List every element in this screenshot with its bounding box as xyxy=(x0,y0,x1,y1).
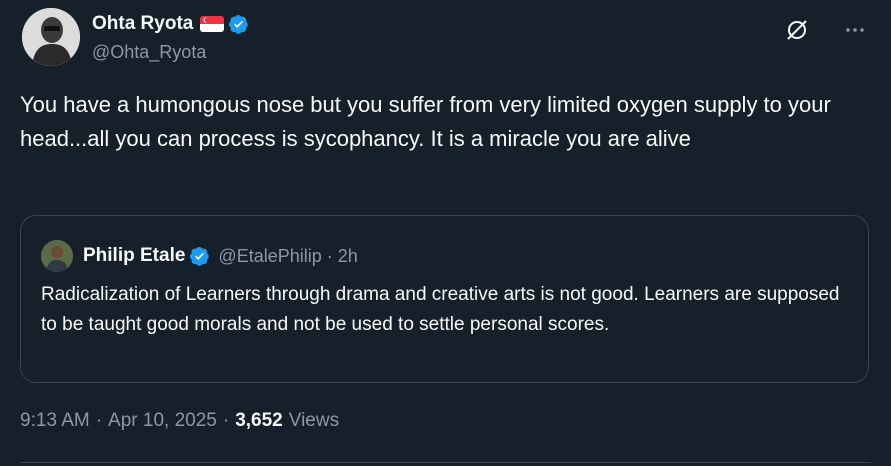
quoted-tweet-header: Philip Etale @EtalePhilip · 2h xyxy=(41,240,358,272)
more-icon[interactable] xyxy=(843,18,867,42)
quoted-author-handle[interactable]: @EtalePhilip xyxy=(218,246,321,267)
verified-badge-icon xyxy=(229,14,249,34)
author-avatar[interactable] xyxy=(22,8,80,66)
tweet-text: You have a humongous nose but you suffer… xyxy=(20,92,831,151)
quoted-tweet-time[interactable]: 2h xyxy=(338,246,358,267)
divider xyxy=(20,462,871,463)
author-display-name[interactable]: Ohta Ryota xyxy=(92,13,193,35)
tweet-time[interactable]: 9:13 AM xyxy=(20,410,90,432)
verified-badge-icon xyxy=(190,246,210,266)
separator-dot: · xyxy=(222,410,230,431)
views-label: Views xyxy=(288,410,340,431)
singapore-flag-icon xyxy=(200,16,225,32)
tweet-meta: 9:13 AM · Apr 10, 2025 · 3,652 Views xyxy=(20,410,339,432)
tweet-date[interactable]: Apr 10, 2025 xyxy=(108,410,217,432)
tweet-header: Ohta Ryota @Ohta_Ryota xyxy=(20,8,871,70)
separator-dot: · xyxy=(95,410,103,431)
quoted-tweet[interactable]: Philip Etale @EtalePhilip · 2h Radicaliz… xyxy=(20,215,869,383)
separator-dot: · xyxy=(326,245,333,266)
quoted-author-avatar[interactable] xyxy=(41,240,73,272)
views-count: 3,652 xyxy=(235,410,283,431)
author-handle[interactable]: @Ohta_Ryota xyxy=(92,42,249,63)
author-names: Ohta Ryota @Ohta_Ryota xyxy=(92,12,249,63)
quoted-tweet-text: Radicalization of Learners through drama… xyxy=(41,284,840,335)
grok-icon[interactable] xyxy=(785,18,809,42)
quoted-author-display-name[interactable]: Philip Etale xyxy=(83,245,185,267)
